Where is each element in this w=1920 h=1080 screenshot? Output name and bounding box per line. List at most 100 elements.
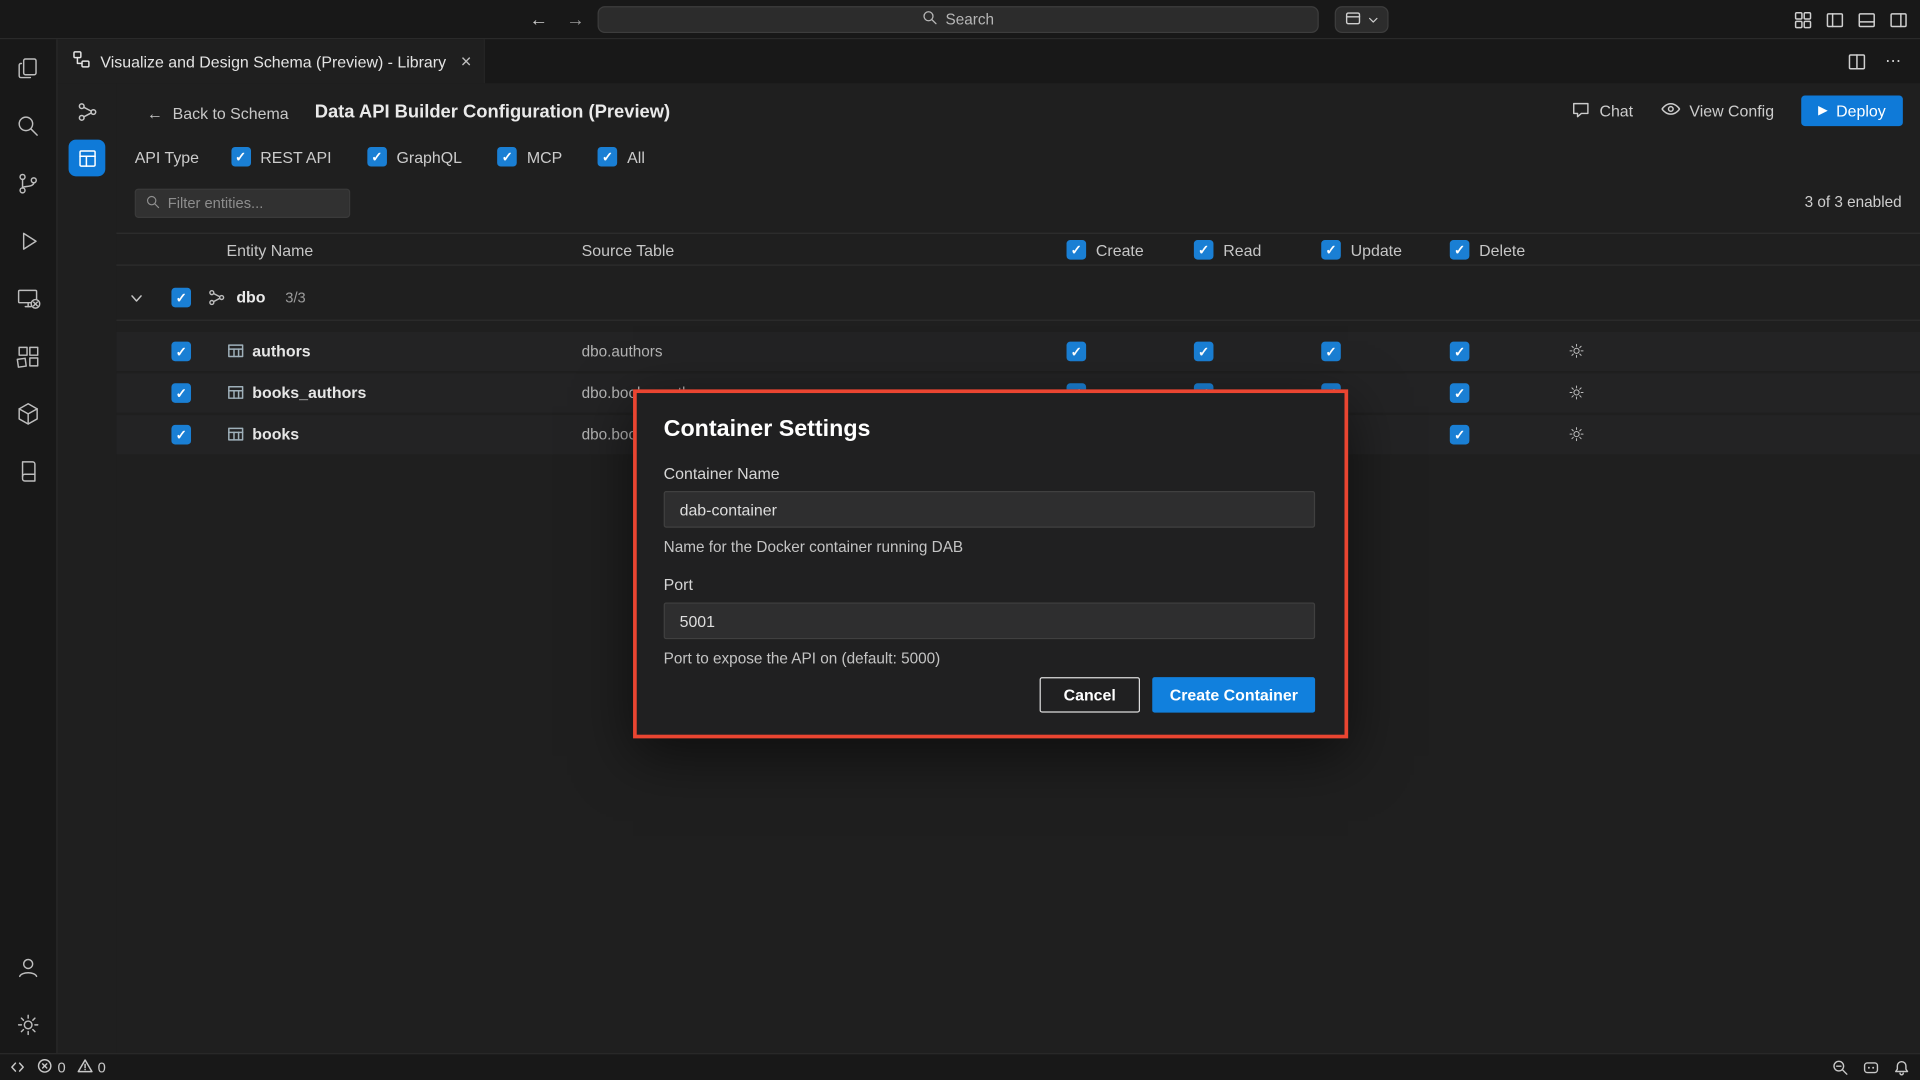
search-sidebar-icon[interactable] — [0, 97, 57, 155]
entity-table-header: Entity Name Source Table ✓ Create ✓ Read… — [116, 233, 1920, 266]
group-select-checkbox[interactable]: ✓ — [171, 288, 191, 308]
filter-entities-input[interactable] — [168, 195, 339, 212]
dab-config-icon[interactable] — [69, 140, 106, 177]
enabled-count-text: 3 of 3 enabled — [1805, 193, 1902, 210]
select-all-delete-checkbox[interactable]: ✓ — [1450, 240, 1470, 260]
api-type-filter-row: API Type ✓ REST API ✓ GraphQL ✓ MCP ✓ Al… — [135, 147, 681, 167]
search-icon — [146, 194, 161, 212]
schema-icon — [207, 288, 227, 311]
tab-visualize-schema[interactable]: Visualize and Design Schema (Preview) - … — [58, 39, 485, 83]
select-all-update-checkbox[interactable]: ✓ — [1321, 240, 1341, 260]
view-config-button[interactable]: View Config — [1660, 100, 1774, 121]
remote-explorer-icon[interactable] — [0, 269, 57, 327]
checkbox-create[interactable]: ✓ — [1067, 342, 1087, 362]
checkbox-delete[interactable]: ✓ — [1450, 425, 1470, 445]
command-center-search[interactable]: Search — [598, 6, 1319, 33]
title-bar: ← → Search — [0, 0, 1920, 39]
checkbox-checked[interactable]: ✓ — [231, 147, 251, 167]
cancel-button[interactable]: Cancel — [1039, 677, 1140, 713]
layout-dropdown[interactable] — [1335, 6, 1389, 33]
header-actions: Chat View Config ▶ Deploy — [1571, 96, 1903, 127]
copilot-icon[interactable] — [1862, 1059, 1879, 1076]
port-label: Port — [664, 576, 1315, 594]
api-type-mcp-checkbox[interactable]: ✓ MCP — [498, 147, 563, 167]
entity-name: authors — [252, 342, 310, 360]
checkbox-delete[interactable]: ✓ — [1450, 342, 1470, 362]
api-type-rest-checkbox[interactable]: ✓ REST API — [231, 147, 332, 167]
checkbox-delete[interactable]: ✓ — [1450, 383, 1470, 403]
explorer-icon[interactable] — [0, 39, 57, 97]
editor-tab-bar: Visualize and Design Schema (Preview) - … — [58, 39, 1920, 83]
row-select-checkbox[interactable]: ✓ — [171, 383, 191, 403]
warnings-indicator[interactable]: 0 — [77, 1057, 106, 1077]
select-all-read-checkbox[interactable]: ✓ — [1194, 240, 1214, 260]
schema-designer-icon[interactable] — [69, 93, 106, 130]
chevron-down-icon[interactable] — [129, 290, 145, 310]
status-bar-right — [1832, 1059, 1910, 1076]
checkbox-checked[interactable]: ✓ — [598, 147, 618, 167]
col-create: Create — [1096, 241, 1144, 259]
toggle-secondary-sidebar-icon[interactable] — [1883, 5, 1912, 34]
checkbox-update[interactable]: ✓ — [1321, 342, 1341, 362]
port-input[interactable] — [664, 602, 1315, 639]
table-grid-icon — [227, 425, 245, 447]
remote-indicator-icon[interactable] — [10, 1059, 26, 1075]
col-entity-name: Entity Name — [227, 241, 314, 259]
more-actions-icon[interactable]: ⋯ — [1878, 47, 1907, 76]
errors-indicator[interactable]: 0 — [37, 1057, 66, 1077]
table-grid-icon — [227, 383, 245, 405]
col-delete: Delete — [1479, 241, 1525, 259]
toggle-primary-sidebar-icon[interactable] — [1820, 5, 1849, 34]
api-type-graphql-checkbox[interactable]: ✓ GraphQL — [367, 147, 462, 167]
titlebar-layout-controls — [1788, 5, 1913, 34]
create-container-button[interactable]: Create Container — [1153, 677, 1316, 713]
row-select-checkbox[interactable]: ✓ — [171, 425, 191, 445]
history-back-button[interactable]: ← — [524, 5, 553, 34]
container-name-input[interactable] — [664, 491, 1315, 528]
entity-name: books — [252, 425, 299, 443]
search-icon — [922, 10, 938, 30]
container-icon[interactable] — [0, 384, 57, 442]
status-bar: 0 0 — [0, 1053, 1920, 1080]
source-table: dbo.authors — [582, 343, 663, 360]
row-settings-gear-icon[interactable] — [1567, 342, 1585, 364]
split-editor-icon[interactable] — [1842, 47, 1871, 76]
col-source-table: Source Table — [582, 241, 675, 259]
checkbox-read[interactable]: ✓ — [1194, 342, 1214, 362]
filter-entities-box — [135, 189, 351, 218]
col-read: Read — [1223, 241, 1261, 259]
select-all-create-checkbox[interactable]: ✓ — [1067, 240, 1087, 260]
source-control-icon[interactable] — [0, 154, 57, 212]
database-projects-icon[interactable] — [0, 442, 57, 500]
row-select-checkbox[interactable]: ✓ — [171, 342, 191, 362]
group-count: 3/3 — [285, 289, 305, 306]
tab-label: Visualize and Design Schema (Preview) - … — [100, 52, 446, 70]
checkbox-checked[interactable]: ✓ — [367, 147, 387, 167]
close-icon[interactable]: × — [461, 52, 472, 70]
row-settings-gear-icon[interactable] — [1567, 383, 1585, 405]
api-type-all-checkbox[interactable]: ✓ All — [598, 147, 645, 167]
container-name-label: Container Name — [664, 464, 1315, 482]
container-settings-dialog: Container Settings Container Name Name f… — [633, 389, 1348, 738]
editor-actions: ⋯ — [1842, 39, 1920, 83]
container-name-field-group: Container Name Name for the Docker conta… — [664, 464, 1315, 556]
history-forward-button[interactable]: → — [561, 5, 590, 34]
schema-tab-icon — [72, 50, 90, 72]
search-placeholder-text: Search — [946, 11, 995, 28]
chat-button[interactable]: Chat — [1571, 100, 1633, 122]
row-settings-gear-icon[interactable] — [1567, 425, 1585, 447]
deploy-button[interactable]: ▶ Deploy — [1801, 96, 1903, 127]
checkbox-checked[interactable]: ✓ — [498, 147, 518, 167]
account-icon[interactable] — [0, 938, 57, 996]
activity-bar — [0, 39, 58, 1053]
settings-gear-icon[interactable] — [0, 996, 57, 1054]
toggle-panel-icon[interactable] — [1851, 5, 1880, 34]
back-to-schema-link[interactable]: ← Back to Schema — [147, 104, 289, 122]
notifications-bell-icon[interactable] — [1893, 1059, 1910, 1076]
customize-layout-icon[interactable] — [1788, 5, 1817, 34]
schema-view-rail — [58, 83, 117, 1053]
zoom-icon[interactable] — [1832, 1059, 1849, 1076]
extensions-icon[interactable] — [0, 327, 57, 385]
status-bar-left: 0 0 — [10, 1057, 106, 1077]
run-debug-icon[interactable] — [0, 212, 57, 270]
